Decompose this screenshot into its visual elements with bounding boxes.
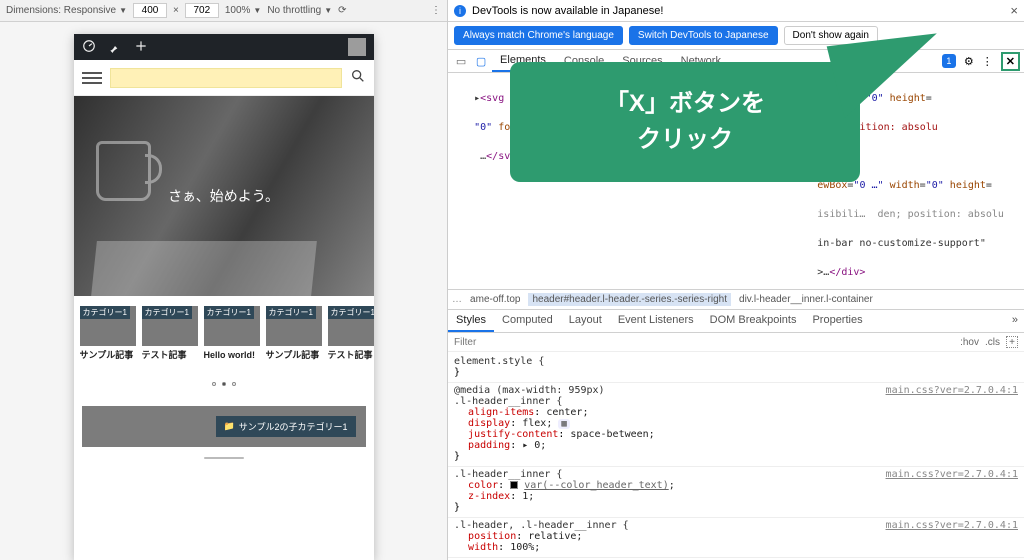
banner-close-icon[interactable]: × (1010, 3, 1018, 18)
list-item[interactable]: カテゴリー1サンプル記事 (266, 306, 322, 372)
tab-dom-breakpoints[interactable]: DOM Breakpoints (702, 310, 805, 332)
zoom-select[interactable]: 100%▼ (225, 5, 262, 16)
site-header (74, 60, 374, 96)
crumb-item[interactable]: header#header.l-header.-series.-series-r… (528, 293, 731, 306)
crumb-item[interactable]: ame-off.top (466, 293, 524, 306)
plus-icon[interactable] (134, 39, 148, 56)
source-link[interactable]: main.css?ver=2.7.0.4:1 (886, 520, 1018, 531)
cls-toggle[interactable]: .cls (985, 337, 1000, 348)
crumb-item[interactable]: div.l-header__inner.l-container (735, 293, 877, 306)
banner-message: DevTools is now available in Japanese! (472, 5, 663, 17)
more-tabs-icon[interactable]: » (1006, 310, 1024, 332)
styles-tabs: Styles Computed Layout Event Listeners D… (448, 309, 1024, 333)
color-swatch[interactable] (510, 481, 518, 489)
height-input[interactable] (185, 3, 219, 18)
info-icon: i (454, 5, 466, 17)
brush-icon[interactable] (108, 39, 122, 56)
hero-image: さぁ、始めよう。 (74, 96, 374, 296)
tab-properties[interactable]: Properties (804, 310, 870, 332)
list-item[interactable]: カテゴリー1テスト記事 (142, 306, 198, 372)
switch-japanese-button[interactable]: Switch DevTools to Japanese (629, 26, 778, 45)
flex-badge[interactable]: ▦ (558, 419, 569, 429)
close-devtools-button[interactable]: ✕ (1001, 52, 1020, 71)
dimensions-select[interactable]: Dimensions: Responsive▼ (6, 5, 127, 16)
dashboard-icon[interactable] (82, 39, 96, 56)
more-icon[interactable]: ⋮ (982, 55, 993, 68)
devtools-info-banner: i DevTools is now available in Japanese!… (448, 0, 1024, 22)
instruction-callout: 「X」ボタンをクリック (510, 62, 860, 182)
search-icon[interactable] (350, 68, 366, 87)
hov-toggle[interactable]: :hov (960, 337, 979, 348)
tab-styles[interactable]: Styles (448, 310, 494, 332)
tab-computed[interactable]: Computed (494, 310, 561, 332)
list-item[interactable]: カテゴリー1サンプル記事 (80, 306, 136, 372)
device-frame: さぁ、始めよう。 カテゴリー1サンプル記事 カテゴリー1テスト記事 カテゴリー1… (74, 34, 374, 560)
list-item[interactable]: カテゴリー1Hello world! (204, 306, 260, 372)
list-item[interactable]: カテゴリー1テスト記事 (328, 306, 374, 372)
category-block: 📁サンプル2の子カテゴリー1 (82, 406, 366, 447)
slider-pager[interactable] (74, 372, 374, 400)
resize-handle[interactable] (74, 455, 374, 461)
hamburger-icon[interactable] (82, 72, 102, 84)
hero-tagline: さぁ、始めよう。 (168, 186, 279, 206)
post-slider[interactable]: カテゴリー1サンプル記事 カテゴリー1テスト記事 カテゴリー1Hello wor… (74, 296, 374, 372)
gear-icon[interactable]: ⚙ (964, 55, 974, 68)
styles-filter-input[interactable] (448, 333, 954, 351)
source-link[interactable]: main.css?ver=2.7.0.4:1 (886, 385, 1018, 396)
tab-layout[interactable]: Layout (561, 310, 610, 332)
device-preview-pane: Dimensions: Responsive▼ × 100%▼ No throt… (0, 0, 447, 560)
rotate-icon[interactable]: ⟳ (338, 5, 346, 16)
category-button[interactable]: 📁サンプル2の子カテゴリー1 (216, 416, 356, 437)
avatar[interactable] (348, 38, 366, 56)
new-rule-button[interactable]: + (1006, 336, 1018, 348)
styles-panel[interactable]: element.style { } main.css?ver=2.7.0.4:1… (448, 352, 1024, 560)
source-link[interactable]: main.css?ver=2.7.0.4:1 (886, 469, 1018, 480)
inspect-icon[interactable]: ▭ (452, 55, 470, 68)
site-logo[interactable] (110, 68, 342, 88)
device-toolbar-more-icon[interactable]: ⋮ (431, 5, 441, 16)
wp-admin-bar (74, 34, 374, 60)
styles-filter-row: :hov .cls + (448, 333, 1024, 352)
folder-icon: 📁 (224, 421, 235, 432)
breadcrumb[interactable]: … ame-off.top header#header.l-header.-se… (448, 289, 1024, 309)
x-sep: × (173, 5, 179, 16)
always-match-button[interactable]: Always match Chrome's language (454, 26, 623, 45)
device-mode-icon[interactable]: ▢ (472, 55, 490, 68)
tab-event-listeners[interactable]: Event Listeners (610, 310, 702, 332)
device-toolbar: Dimensions: Responsive▼ × 100%▼ No throt… (0, 0, 447, 22)
width-input[interactable] (133, 3, 167, 18)
throttling-select[interactable]: No throttling▼ (267, 5, 332, 16)
